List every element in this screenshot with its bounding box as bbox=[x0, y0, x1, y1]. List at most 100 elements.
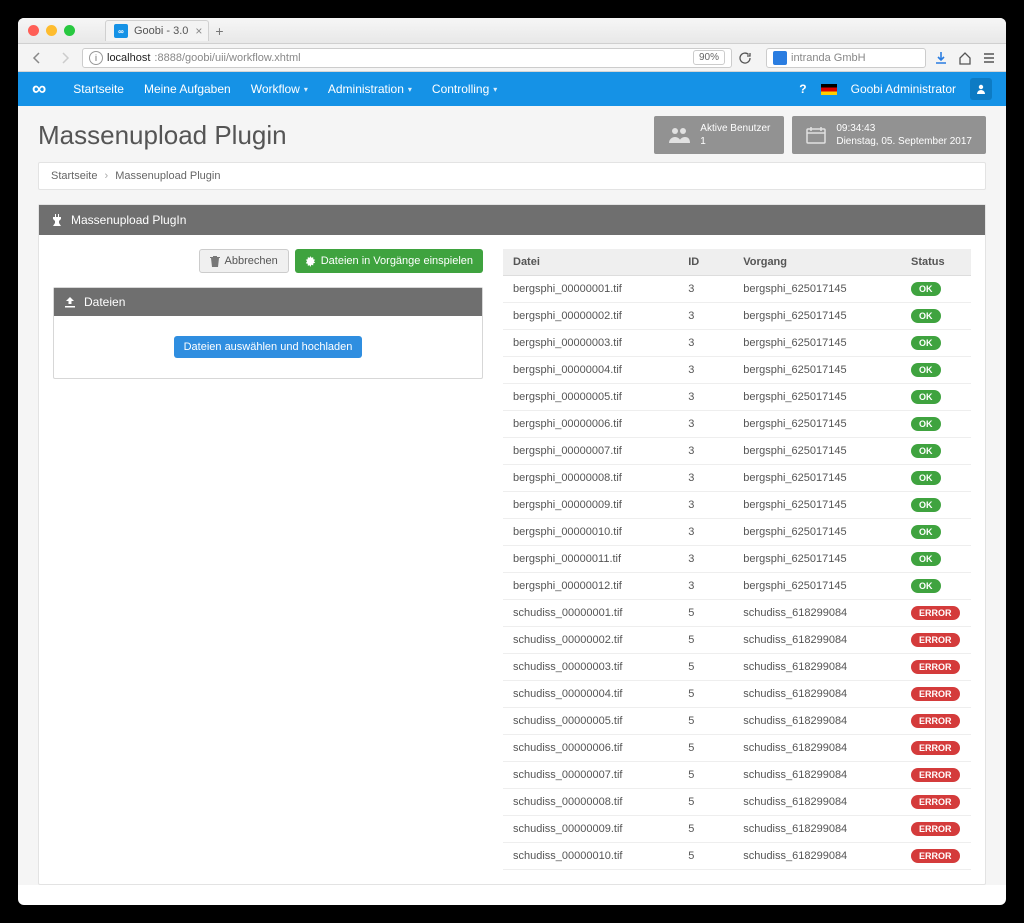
nav-item-meine-aufgaben[interactable]: Meine Aufgaben bbox=[144, 82, 231, 96]
table-row: bergsphi_00000004.tif3bergsphi_625017145… bbox=[503, 357, 971, 384]
cell-file: schudiss_00000006.tif bbox=[503, 735, 678, 762]
browser-search-field[interactable]: intranda GmbH bbox=[766, 48, 926, 68]
search-engine-icon bbox=[773, 51, 787, 65]
cell-file: schudiss_00000009.tif bbox=[503, 816, 678, 843]
cell-file: schudiss_00000005.tif bbox=[503, 708, 678, 735]
current-user-label[interactable]: Goobi Administrator bbox=[851, 82, 956, 96]
window-maximize-button[interactable] bbox=[64, 25, 75, 36]
cell-process: schudiss_618299084 bbox=[733, 627, 901, 654]
cell-id: 5 bbox=[678, 789, 733, 816]
table-row: bergsphi_00000001.tif3bergsphi_625017145… bbox=[503, 276, 971, 303]
table-row: bergsphi_00000012.tif3bergsphi_625017145… bbox=[503, 573, 971, 600]
cell-file: schudiss_00000010.tif bbox=[503, 843, 678, 870]
current-time: 09:34:43 bbox=[836, 122, 972, 135]
status-badge: OK bbox=[911, 309, 941, 323]
url-field[interactable]: i localhost :8888/goobi/uii/workflow.xht… bbox=[82, 48, 732, 68]
cell-id: 3 bbox=[678, 411, 733, 438]
nav-item-controlling[interactable]: Controlling▾ bbox=[432, 82, 497, 96]
table-row: schudiss_00000010.tif5schudiss_618299084… bbox=[503, 843, 971, 870]
new-tab-button[interactable]: + bbox=[215, 23, 223, 39]
main-panel: Massenupload PlugIn Abbrechen bbox=[38, 204, 986, 885]
url-path: :8888/goobi/uii/workflow.xhtml bbox=[154, 52, 300, 64]
status-badge: ERROR bbox=[911, 849, 960, 863]
cell-process: schudiss_618299084 bbox=[733, 654, 901, 681]
help-button[interactable]: ? bbox=[799, 82, 806, 96]
status-badge: OK bbox=[911, 417, 941, 431]
menu-icon[interactable] bbox=[980, 49, 998, 67]
status-badge: ERROR bbox=[911, 714, 960, 728]
language-flag-icon[interactable] bbox=[821, 84, 837, 95]
cell-process: bergsphi_625017145 bbox=[733, 546, 901, 573]
home-icon[interactable] bbox=[956, 49, 974, 67]
import-button[interactable]: Dateien in Vorgänge einspielen bbox=[295, 249, 483, 273]
forward-button[interactable] bbox=[54, 48, 76, 68]
nav-item-administration[interactable]: Administration▾ bbox=[328, 82, 412, 96]
cell-process: bergsphi_625017145 bbox=[733, 465, 901, 492]
cell-status: ERROR bbox=[901, 600, 971, 627]
url-host: localhost bbox=[107, 52, 150, 64]
cell-file: schudiss_00000002.tif bbox=[503, 627, 678, 654]
cell-status: ERROR bbox=[901, 735, 971, 762]
tab-close-icon[interactable]: × bbox=[195, 24, 202, 38]
cell-id: 5 bbox=[678, 816, 733, 843]
cancel-button[interactable]: Abbrechen bbox=[199, 249, 289, 273]
cell-status: ERROR bbox=[901, 708, 971, 735]
table-row: bergsphi_00000003.tif3bergsphi_625017145… bbox=[503, 330, 971, 357]
cell-id: 5 bbox=[678, 735, 733, 762]
files-table: Datei ID Vorgang Status bergsphi_0000000… bbox=[503, 249, 971, 870]
cell-file: bergsphi_00000010.tif bbox=[503, 519, 678, 546]
datetime-box: 09:34:43 Dienstag, 05. September 2017 bbox=[792, 116, 986, 154]
files-panel-title: Dateien bbox=[84, 295, 125, 309]
cell-id: 3 bbox=[678, 330, 733, 357]
panel-title: Massenupload PlugIn bbox=[71, 213, 186, 227]
select-upload-button[interactable]: Dateien auswählen und hochladen bbox=[174, 336, 363, 358]
table-row: bergsphi_00000008.tif3bergsphi_625017145… bbox=[503, 465, 971, 492]
table-row: schudiss_00000003.tif5schudiss_618299084… bbox=[503, 654, 971, 681]
browser-tab[interactable]: ∞ Goobi - 3.0 × bbox=[105, 20, 209, 41]
cell-process: bergsphi_625017145 bbox=[733, 303, 901, 330]
trash-icon bbox=[210, 256, 220, 267]
chevron-down-icon: ▾ bbox=[304, 85, 308, 94]
window-minimize-button[interactable] bbox=[46, 25, 57, 36]
chevron-down-icon: ▾ bbox=[493, 85, 497, 94]
cell-process: bergsphi_625017145 bbox=[733, 438, 901, 465]
cell-process: bergsphi_625017145 bbox=[733, 492, 901, 519]
cell-file: bergsphi_00000005.tif bbox=[503, 384, 678, 411]
cell-process: schudiss_618299084 bbox=[733, 708, 901, 735]
cell-id: 5 bbox=[678, 708, 733, 735]
table-row: bergsphi_00000005.tif3bergsphi_625017145… bbox=[503, 384, 971, 411]
cell-id: 5 bbox=[678, 843, 733, 870]
zoom-indicator[interactable]: 90% bbox=[693, 50, 725, 65]
site-info-icon[interactable]: i bbox=[89, 51, 103, 65]
status-badge: OK bbox=[911, 390, 941, 404]
page-title: Massenupload Plugin bbox=[38, 120, 287, 151]
table-row: bergsphi_00000009.tif3bergsphi_625017145… bbox=[503, 492, 971, 519]
window-titlebar: ∞ Goobi - 3.0 × + bbox=[18, 18, 1006, 44]
table-row: bergsphi_00000011.tif3bergsphi_625017145… bbox=[503, 546, 971, 573]
user-avatar-icon[interactable] bbox=[970, 78, 992, 100]
back-button[interactable] bbox=[26, 48, 48, 68]
gear-icon bbox=[305, 256, 316, 267]
app-logo[interactable]: ∞ bbox=[32, 78, 43, 101]
breadcrumb-home[interactable]: Startseite bbox=[51, 170, 97, 182]
breadcrumb: Startseite › Massenupload Plugin bbox=[38, 162, 986, 190]
status-badge: OK bbox=[911, 525, 941, 539]
nav-item-workflow[interactable]: Workflow▾ bbox=[251, 82, 308, 96]
window-close-button[interactable] bbox=[28, 25, 39, 36]
cell-id: 5 bbox=[678, 627, 733, 654]
cell-id: 5 bbox=[678, 600, 733, 627]
table-row: schudiss_00000009.tif5schudiss_618299084… bbox=[503, 816, 971, 843]
active-users-box: Aktive Benutzer 1 bbox=[654, 116, 784, 154]
table-row: schudiss_00000002.tif5schudiss_618299084… bbox=[503, 627, 971, 654]
reload-button[interactable] bbox=[738, 51, 760, 65]
status-badge: ERROR bbox=[911, 687, 960, 701]
table-row: bergsphi_00000007.tif3bergsphi_625017145… bbox=[503, 438, 971, 465]
cell-status: OK bbox=[901, 303, 971, 330]
calendar-icon bbox=[806, 126, 826, 144]
table-row: schudiss_00000007.tif5schudiss_618299084… bbox=[503, 762, 971, 789]
cell-file: bergsphi_00000003.tif bbox=[503, 330, 678, 357]
plug-icon bbox=[51, 214, 63, 226]
status-badge: OK bbox=[911, 282, 941, 296]
nav-item-startseite[interactable]: Startseite bbox=[73, 82, 124, 96]
download-icon[interactable] bbox=[932, 49, 950, 67]
